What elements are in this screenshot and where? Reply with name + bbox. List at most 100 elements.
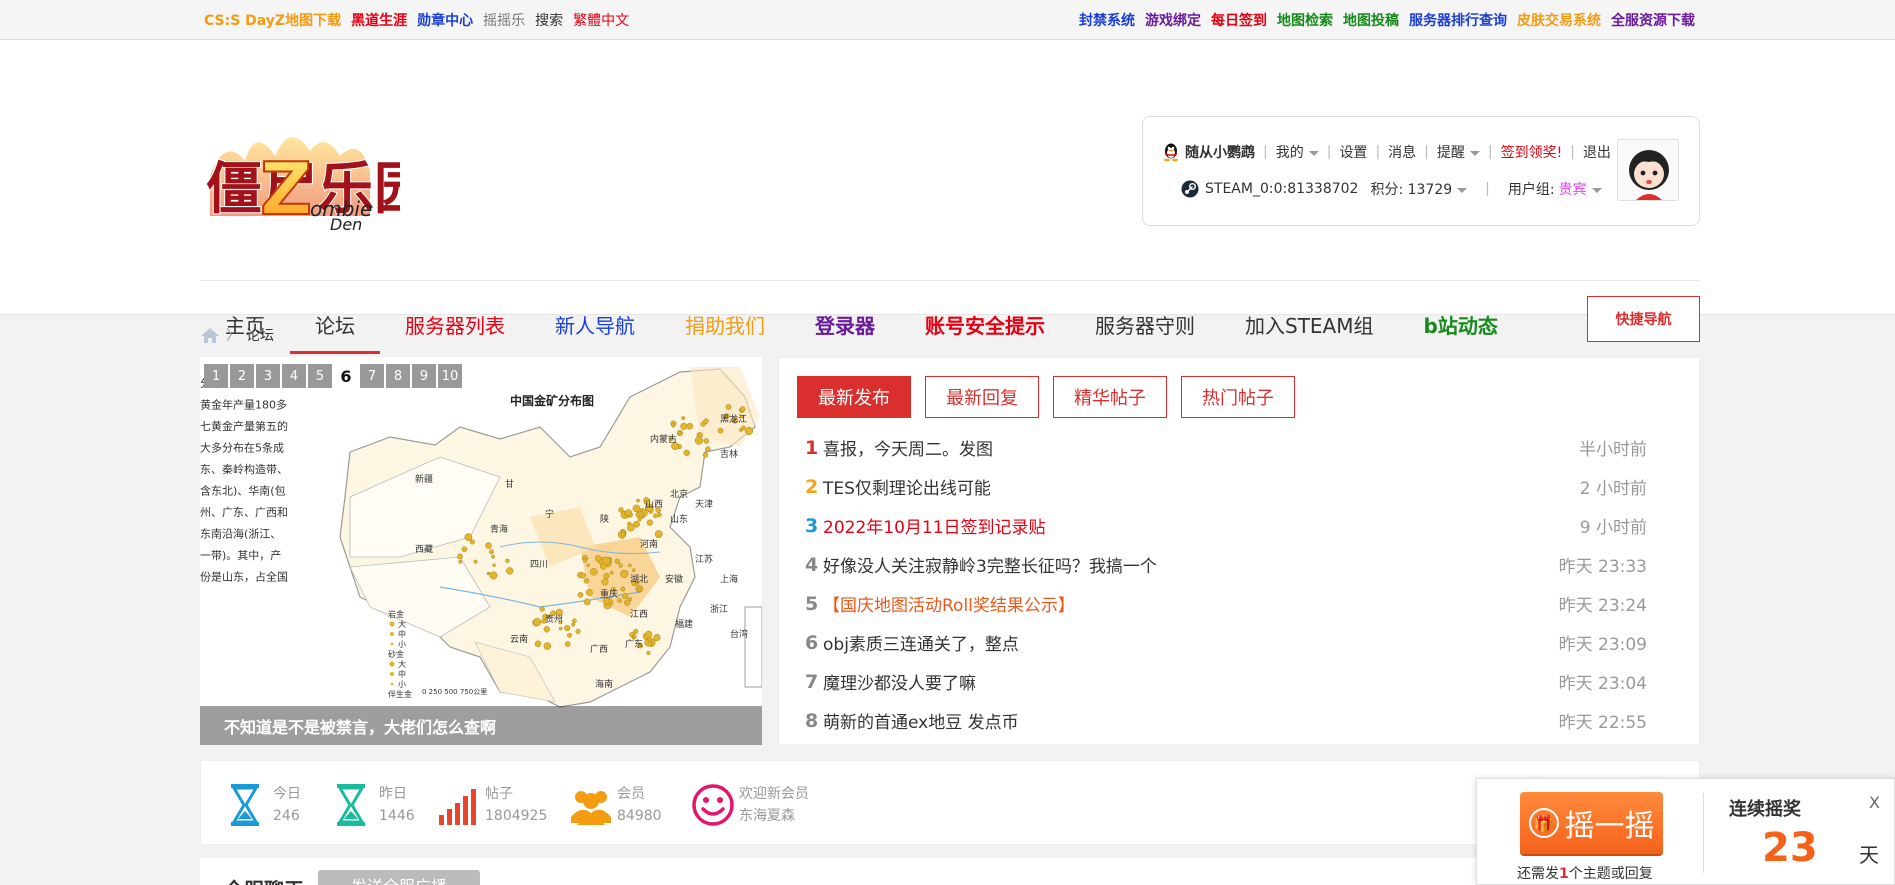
post-title-link[interactable]: 喜报，今天周二。发图 xyxy=(823,435,1515,460)
signin-link[interactable]: 签到领奖! xyxy=(1501,142,1563,162)
nav-item-1[interactable]: 论坛 xyxy=(290,294,380,354)
post-title-link[interactable]: TES仅剩理论出线可能 xyxy=(823,474,1515,499)
points-menu[interactable]: 积分: 13729 xyxy=(1370,179,1468,199)
broadcast-button[interactable]: 发送全服广播 xyxy=(318,870,480,885)
post-title-link[interactable]: 好像没人关注寂静岭3完整长征吗？我搞一个 xyxy=(823,552,1515,577)
breadcrumb-current[interactable]: 论坛 xyxy=(246,325,274,345)
gold-dot xyxy=(505,558,510,563)
gold-dot xyxy=(599,562,607,570)
chevron-down-icon xyxy=(1591,187,1602,193)
top-link-3[interactable]: 摇摇乐 xyxy=(483,10,525,30)
slide-dot-3[interactable]: 3 xyxy=(256,364,280,388)
nav-item-7[interactable]: 服务器守则 xyxy=(1070,294,1220,354)
home-icon[interactable] xyxy=(200,326,220,344)
province-label: 甘 xyxy=(505,478,514,490)
nav-item-4[interactable]: 捐助我们 xyxy=(660,294,790,354)
slide-dot-6[interactable]: 6 xyxy=(334,364,358,388)
legend-dot xyxy=(390,642,394,646)
post-title-link[interactable]: 【国庆地图活动Roll奖结果公示】 xyxy=(823,591,1515,616)
streak-days: 23 xyxy=(1762,825,1818,871)
slide-caption[interactable]: 不知道是不是被禁言，大佬们怎么查啊 xyxy=(200,706,762,745)
top-right-link-2[interactable]: 每日签到 xyxy=(1211,10,1267,30)
slide-dot-2[interactable]: 2 xyxy=(230,364,254,388)
top-right-links: 封禁系统 游戏绑定 每日签到 地图检索 地图投稿 服务器排行查询 皮肤交易系统 全服资源下载 xyxy=(1069,0,1695,40)
stat-text: 会员 84980 xyxy=(617,783,662,827)
post-time: 2 小时前 xyxy=(1579,479,1647,499)
settings-link[interactable]: 设置 xyxy=(1339,142,1367,162)
top-right-link-3[interactable]: 地图检索 xyxy=(1277,10,1333,30)
gold-dot xyxy=(694,436,704,445)
nav-item-6[interactable]: 账号安全提示 xyxy=(900,294,1070,354)
usergroup-menu[interactable]: 贵宾 xyxy=(1559,179,1602,199)
nav-item-2[interactable]: 服务器列表 xyxy=(380,294,530,354)
top-link-5[interactable]: 繁體中文 xyxy=(573,10,629,30)
image-slider[interactable]: 分布黄金年产量180多七黄金产量第五的大多分布在5条成东、秦岭构造带、含东北)、… xyxy=(200,357,762,745)
legend-label: 砂金 xyxy=(388,649,404,659)
username-link[interactable]: 随从小鹦鹉 xyxy=(1185,142,1255,162)
slide-dot-8[interactable]: 8 xyxy=(386,364,410,388)
top-right-link-5[interactable]: 服务器排行查询 xyxy=(1409,10,1507,30)
post-title-link[interactable]: obj素质三连通关了，整点 xyxy=(823,630,1515,655)
top-right-link-6[interactable]: 皮肤交易系统 xyxy=(1517,10,1601,30)
slide-dot-9[interactable]: 9 xyxy=(412,364,436,388)
points-value: 积分: 13729 xyxy=(1370,182,1453,198)
gold-dot xyxy=(572,618,577,624)
nav-item-5[interactable]: 登录器 xyxy=(790,294,900,354)
map-scale: 0 250 500 750公里 xyxy=(422,688,487,696)
close-icon[interactable]: X xyxy=(1869,793,1880,812)
gold-dot xyxy=(485,542,492,549)
slide-dot-5[interactable]: 5 xyxy=(308,364,332,388)
top-link-1[interactable]: 黑道生涯 xyxy=(351,10,407,30)
gold-dot xyxy=(636,498,640,503)
logout-link[interactable]: 退出 xyxy=(1583,142,1611,162)
province-label: 山东 xyxy=(670,513,688,525)
top-right-link-7[interactable]: 全服资源下载 xyxy=(1611,10,1695,30)
gold-dot xyxy=(618,507,624,513)
tab-0[interactable]: 最新发布 xyxy=(797,376,911,418)
top-right-link-1[interactable]: 游戏绑定 xyxy=(1145,10,1201,30)
top-link-4[interactable]: 搜索 xyxy=(535,10,563,30)
slide-dot-10[interactable]: 10 xyxy=(438,364,462,388)
hint-count: 1 xyxy=(1559,866,1569,882)
gold-dot xyxy=(644,630,653,639)
quick-nav-button[interactable]: 快捷导航 xyxy=(1587,296,1700,342)
my-menu[interactable]: 我的 xyxy=(1276,142,1319,162)
stat-label: 会员 xyxy=(617,786,645,802)
avatar[interactable] xyxy=(1617,139,1679,201)
gold-dot xyxy=(624,599,631,606)
nav-item-9[interactable]: b站动态 xyxy=(1399,294,1523,354)
gold-dot xyxy=(620,586,626,592)
province-label: 青海 xyxy=(490,523,508,535)
tab-3[interactable]: 热门帖子 xyxy=(1181,376,1295,418)
smiley-icon xyxy=(691,783,734,827)
province-label: 北京 xyxy=(670,488,688,500)
tab-1[interactable]: 最新回复 xyxy=(925,376,1039,418)
gold-dot xyxy=(564,641,571,647)
nav-item-0[interactable]: 主页 xyxy=(200,294,290,354)
slide-dot-7[interactable]: 7 xyxy=(360,364,384,388)
slide-dot-4[interactable]: 4 xyxy=(282,364,306,388)
nav-item-8[interactable]: 加入STEAM组 xyxy=(1220,294,1399,354)
messages-link[interactable]: 消息 xyxy=(1388,142,1416,162)
top-link-0[interactable]: CS:S DayZ地图下载 xyxy=(204,10,341,30)
top-right-link-0[interactable]: 封禁系统 xyxy=(1079,10,1135,30)
tab-2[interactable]: 精华帖子 xyxy=(1053,376,1167,418)
gold-dot xyxy=(703,438,710,444)
stat-label: 欢迎新会员 xyxy=(739,786,809,802)
gold-dot xyxy=(653,513,658,519)
slide-dot-1[interactable]: 1 xyxy=(204,364,228,388)
qq-penguin-icon xyxy=(1161,142,1181,162)
gold-dot xyxy=(632,634,637,639)
remind-menu[interactable]: 提醒 xyxy=(1437,142,1480,162)
post-title-link[interactable]: 萌新的首通ex地豆 发点币 xyxy=(823,708,1515,733)
top-right-link-4[interactable]: 地图投稿 xyxy=(1343,10,1399,30)
separator: | xyxy=(1424,144,1429,160)
nav-item-3[interactable]: 新人导航 xyxy=(530,294,660,354)
post-row: 5 【国庆地图活动Roll奖结果公示】 昨天 23:24 xyxy=(805,584,1675,623)
gold-dot xyxy=(702,452,709,458)
post-title-link[interactable]: 魔理沙都没人要了嘛 xyxy=(823,669,1515,694)
shake-button[interactable]: 🎁 摇一摇 xyxy=(1520,792,1663,854)
top-link-2[interactable]: 勋章中心 xyxy=(417,10,473,30)
site-logo[interactable]: 僵尸乐园 Z ombie Den xyxy=(200,116,431,234)
post-title-link[interactable]: 2022年10月11日签到记录贴 xyxy=(823,513,1515,538)
